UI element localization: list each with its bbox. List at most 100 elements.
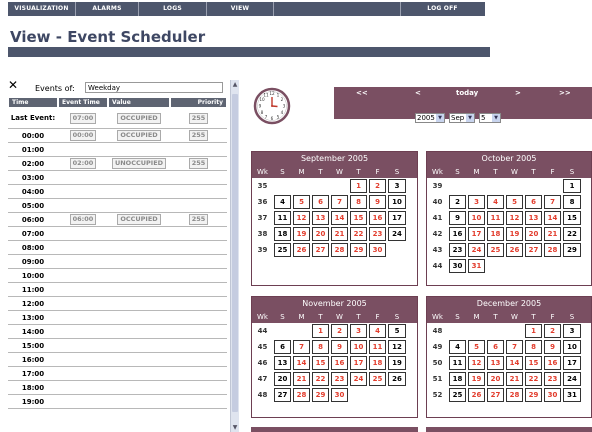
calendar-day[interactable]: 25 bbox=[449, 388, 466, 402]
calendar-day[interactable]: 13 bbox=[525, 211, 542, 225]
calendar-day[interactable]: 25 bbox=[274, 243, 291, 257]
calendar-day[interactable]: 1 bbox=[350, 179, 367, 193]
calendar-day[interactable]: 21 bbox=[506, 372, 523, 386]
calendar-day[interactable]: 23 bbox=[369, 227, 386, 241]
calendar-day[interactable]: 16 bbox=[331, 356, 348, 370]
calendar-day[interactable]: 14 bbox=[293, 356, 310, 370]
calendar-day[interactable]: 20 bbox=[312, 227, 329, 241]
calendar-day[interactable]: 18 bbox=[369, 356, 386, 370]
calendar-day[interactable]: 18 bbox=[487, 227, 504, 241]
calendar-day[interactable]: 17 bbox=[468, 227, 485, 241]
calendar-day[interactable]: 19 bbox=[468, 372, 485, 386]
calendar-day[interactable]: 3 bbox=[388, 179, 406, 193]
calendar-day[interactable]: 17 bbox=[388, 211, 406, 225]
calendar-day[interactable]: 2 bbox=[331, 324, 348, 338]
calendar-day[interactable]: 21 bbox=[293, 372, 310, 386]
table-row[interactable]: 10:00 bbox=[8, 269, 227, 283]
calendar-day[interactable]: 9 bbox=[369, 195, 386, 209]
calendar-day[interactable]: 11 bbox=[369, 340, 386, 354]
calendar-day[interactable]: 5 bbox=[468, 340, 485, 354]
calendar-day[interactable]: 20 bbox=[525, 227, 542, 241]
calendar-day[interactable]: 16 bbox=[369, 211, 386, 225]
nav-today-button[interactable]: today bbox=[456, 89, 478, 97]
table-row[interactable]: 07:00 bbox=[8, 227, 227, 241]
calendar-day[interactable]: 9 bbox=[544, 340, 561, 354]
calendar-day[interactable]: 18 bbox=[449, 372, 466, 386]
calendar-day[interactable]: 31 bbox=[563, 388, 581, 402]
calendar-day[interactable]: 15 bbox=[525, 356, 542, 370]
calendar-day[interactable]: 15 bbox=[350, 211, 367, 225]
nav-log-off[interactable]: LOG OFF bbox=[401, 2, 484, 16]
calendar-day[interactable]: 13 bbox=[487, 356, 504, 370]
calendar-day[interactable]: 26 bbox=[468, 388, 485, 402]
table-row[interactable]: 13:00 bbox=[8, 311, 227, 325]
calendar-day[interactable]: 22 bbox=[350, 227, 367, 241]
calendar-day[interactable]: 23 bbox=[331, 372, 348, 386]
calendar-day[interactable]: 18 bbox=[274, 227, 291, 241]
calendar-day[interactable]: 27 bbox=[525, 243, 542, 257]
calendar-day[interactable]: 21 bbox=[544, 227, 561, 241]
calendar-day[interactable]: 24 bbox=[468, 243, 485, 257]
nav-logs[interactable]: LOGS bbox=[139, 2, 206, 16]
calendar-day[interactable]: 3 bbox=[350, 324, 367, 338]
calendar-day[interactable]: 9 bbox=[449, 211, 466, 225]
nav-last-button[interactable]: >> bbox=[559, 89, 571, 97]
table-row[interactable]: 06:00 06:00 OCCUPIED 255 bbox=[8, 213, 227, 227]
calendar-day[interactable]: 15 bbox=[563, 211, 581, 225]
events-scrollbar[interactable]: ▲ ▼ bbox=[230, 80, 239, 432]
calendar-day[interactable]: 27 bbox=[487, 388, 504, 402]
events-of-input[interactable] bbox=[85, 82, 223, 93]
calendar-day[interactable]: 28 bbox=[331, 243, 348, 257]
nav-visualization[interactable]: VISUALIZATION bbox=[8, 2, 75, 16]
calendar-day[interactable]: 2 bbox=[544, 324, 561, 338]
calendar-day[interactable]: 29 bbox=[350, 243, 367, 257]
calendar-day[interactable]: 14 bbox=[331, 211, 348, 225]
calendar-day[interactable]: 11 bbox=[274, 211, 291, 225]
nav-alarms[interactable]: ALARMS bbox=[76, 2, 138, 16]
day-select[interactable]: 5 ▼ bbox=[479, 113, 501, 123]
table-row[interactable]: 12:00 bbox=[8, 297, 227, 311]
calendar-day[interactable]: 30 bbox=[369, 243, 386, 257]
calendar-day[interactable]: 30 bbox=[331, 388, 348, 402]
calendar-day[interactable]: 7 bbox=[331, 195, 348, 209]
calendar-day[interactable]: 19 bbox=[388, 356, 406, 370]
calendar-day[interactable]: 22 bbox=[563, 227, 581, 241]
table-row[interactable]: 04:00 bbox=[8, 185, 227, 199]
calendar-day[interactable]: 28 bbox=[544, 243, 561, 257]
table-row[interactable]: 09:00 bbox=[8, 255, 227, 269]
nav-first-button[interactable]: << bbox=[356, 89, 368, 97]
table-row[interactable]: 00:00 00:00 OCCUPIED 255 bbox=[8, 129, 227, 143]
nav-prev-button[interactable]: < bbox=[415, 89, 421, 97]
table-row[interactable]: 05:00 bbox=[8, 199, 227, 213]
calendar-day[interactable]: 27 bbox=[274, 388, 291, 402]
calendar-day[interactable]: 17 bbox=[563, 356, 581, 370]
calendar-day[interactable]: 19 bbox=[506, 227, 523, 241]
scroll-up-icon[interactable]: ▲ bbox=[231, 80, 239, 89]
calendar-day[interactable]: 10 bbox=[563, 340, 581, 354]
calendar-day[interactable]: 28 bbox=[293, 388, 310, 402]
calendar-day[interactable]: 29 bbox=[563, 243, 581, 257]
calendar-day[interactable]: 22 bbox=[312, 372, 329, 386]
calendar-day[interactable]: 8 bbox=[350, 195, 367, 209]
calendar-day[interactable]: 11 bbox=[487, 211, 504, 225]
calendar-day[interactable]: 19 bbox=[293, 227, 310, 241]
calendar-day[interactable]: 2 bbox=[369, 179, 386, 193]
calendar-day[interactable]: 6 bbox=[274, 340, 291, 354]
calendar-day[interactable]: 7 bbox=[544, 195, 561, 209]
calendar-day[interactable]: 27 bbox=[312, 243, 329, 257]
scroll-down-icon[interactable]: ▼ bbox=[231, 423, 239, 432]
calendar-day[interactable]: 2 bbox=[449, 195, 466, 209]
calendar-day[interactable]: 6 bbox=[312, 195, 329, 209]
calendar-day[interactable]: 26 bbox=[506, 243, 523, 257]
calendar-day[interactable]: 29 bbox=[312, 388, 329, 402]
calendar-day[interactable]: 4 bbox=[369, 324, 386, 338]
calendar-day[interactable]: 24 bbox=[563, 372, 581, 386]
calendar-day[interactable]: 21 bbox=[331, 227, 348, 241]
calendar-day[interactable]: 11 bbox=[449, 356, 466, 370]
calendar-day[interactable]: 25 bbox=[487, 243, 504, 257]
calendar-day[interactable]: 29 bbox=[525, 388, 542, 402]
calendar-day[interactable]: 7 bbox=[506, 340, 523, 354]
calendar-day[interactable]: 24 bbox=[350, 372, 367, 386]
calendar-day[interactable]: 22 bbox=[525, 372, 542, 386]
calendar-day[interactable]: 26 bbox=[388, 372, 406, 386]
